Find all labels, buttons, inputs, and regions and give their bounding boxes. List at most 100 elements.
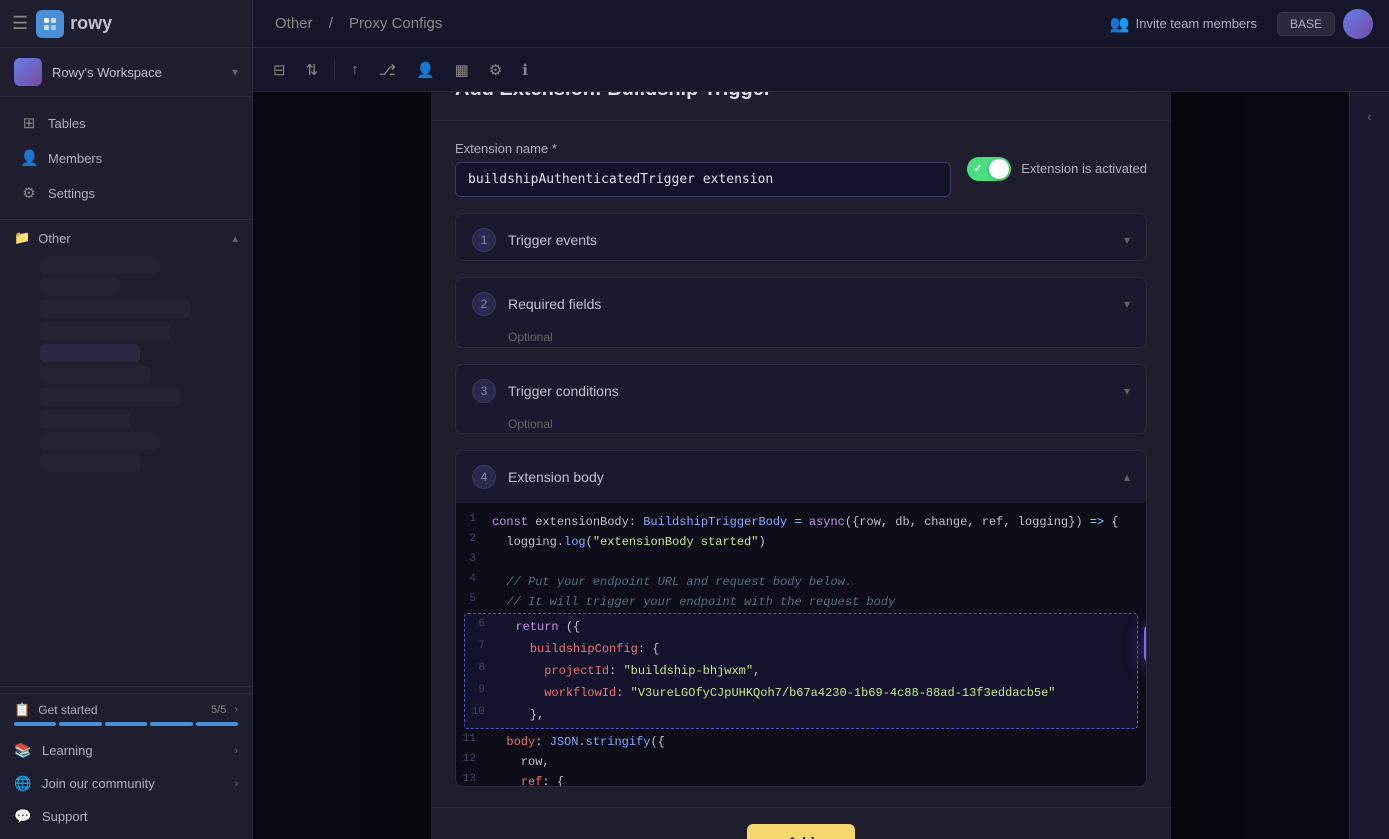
sidebar-header: ☰ rowy [0,0,252,48]
sidebar-item-members-label: Members [48,151,102,166]
blurred-item-5 [40,366,150,384]
section-required-fields-header[interactable]: 2 Required fields ▾ [456,278,1146,330]
section-1-chevron-icon: ▾ [1124,233,1130,247]
info-icon: ℹ [522,61,528,79]
add-button[interactable]: Add [747,824,854,839]
code-line-12: 12 row, [456,751,1146,771]
sidebar: ☰ rowy Rowy's Workspace ▾ ⊞ Tables 👤 Mem… [0,0,253,839]
section-trigger-conditions-subtitle: Optional [456,417,1146,434]
section-trigger-events-title: Trigger events [508,232,1112,248]
sidebar-item-support[interactable]: 💬 Support [0,800,252,833]
section-4-number: 4 [472,465,496,489]
section-extension-body-header[interactable]: 4 Extension body ▴ [456,451,1146,503]
code-line-2: 2 logging.log("extensionBody started") [456,531,1146,551]
toolbar-sort-button[interactable]: ⇅ [298,56,327,84]
section-required-fields-title: Required fields [508,296,1112,312]
toolbar-separator-1 [334,60,335,80]
code-line-5: 5 // It will trigger your endpoint with … [456,591,1146,611]
code-lines: 1 const extensionBody: BuildshipTriggerB… [456,503,1146,787]
section-trigger-conditions-header[interactable]: 3 Trigger conditions ▾ [456,365,1146,417]
section-1-number: 1 [472,228,496,252]
toolbar-info-button[interactable]: ℹ [514,56,536,84]
breadcrumb-separator: / [329,15,337,32]
section-extension-body-title: Extension body [508,469,1112,485]
code-editor[interactable]: 1 const extensionBody: BuildshipTriggerB… [456,503,1146,787]
breadcrumb-current: Proxy Configs [349,15,442,32]
sidebar-other-section: 📁 Other ▴ [0,220,252,686]
tables-icon: ⊞ [20,114,38,132]
main-content: Other / Proxy Configs 👥 Invite team memb… [253,0,1389,839]
toggle-label: Extension is activated [1021,161,1147,176]
modal-body: Extension name * ✓ Extension is activate… [431,121,1171,807]
toolbar-git-button[interactable]: ⎇ [371,56,404,84]
blurred-item-8 [40,432,160,450]
blurred-item-1 [40,256,160,274]
toolbar-upload-button[interactable]: ↑ [343,56,367,83]
other-section-title: Other [38,231,224,246]
sidebar-nav: ⊞ Tables 👤 Members ⚙ Settings [0,97,252,220]
extension-toggle[interactable]: ✓ [967,157,1011,181]
toolbar-settings-button[interactable]: ⚙ [481,56,510,84]
section-required-fields-subtitle: Optional [456,330,1146,347]
community-label: Join our community [42,776,224,791]
extension-name-input[interactable] [455,162,951,197]
toolbar-filter-button[interactable]: ⊟ [265,56,294,84]
sidebar-item-members[interactable]: 👤 Members [6,141,246,175]
right-panel: ‹ [1349,92,1389,839]
sidebar-other-header[interactable]: 📁 Other ▴ [0,224,252,252]
sidebar-item-learning[interactable]: 📚 Learning › [0,734,252,767]
topbar-actions: 👥 Invite team members BASE [1098,8,1373,40]
invite-icon: 👥 [1110,14,1130,34]
extension-name-row: Extension name * ✓ Extension is activate… [455,141,1147,197]
section-3-number: 3 [472,379,496,403]
breadcrumb: Other / Proxy Configs [269,15,1086,32]
toolbar-user-add-button[interactable]: 👤 [408,56,443,84]
progress-seg-4 [150,722,192,726]
sidebar-item-community[interactable]: 🌐 Join our community › [0,767,252,800]
logo-text: rowy [70,13,112,34]
sort-icon: ⇅ [306,61,319,79]
workspace-name: Rowy's Workspace [52,65,222,80]
toggle-group: ✓ Extension is activated [967,157,1147,181]
menu-icon[interactable]: ☰ [12,13,28,34]
code-highlight-block: 6 return ({ 7 buildshipConfig: { [464,613,1138,729]
modal-title: Add Extension: Buildship Trigger [455,92,1119,101]
user-avatar[interactable] [1343,9,1373,39]
extension-name-label: Extension name * [455,141,951,156]
section-trigger-events: 1 Trigger events ▾ [455,213,1147,262]
get-started-header: 📋 Get started 5/5 › [14,702,238,718]
breadcrumb-parent: Other [275,15,313,32]
settings-icon: ⚙ [20,184,38,202]
section-2-number: 2 [472,292,496,316]
get-started-chevron-icon[interactable]: › [234,704,238,716]
code-editor-container: 1 const extensionBody: BuildshipTriggerB… [456,503,1146,787]
support-icon: 💬 [14,808,32,825]
gear-icon: ⚙ [489,61,502,79]
sidebar-item-tables[interactable]: ⊞ Tables [6,106,246,140]
git-icon: ⎇ [379,61,396,79]
sidebar-item-settings[interactable]: ⚙ Settings [6,176,246,210]
invite-team-members-button[interactable]: 👥 Invite team members [1098,8,1269,40]
progress-seg-2 [59,722,101,726]
right-panel-chevron-left[interactable]: ‹ [1354,100,1386,132]
upload-icon: ↑ [351,61,359,78]
toolbar-table-button[interactable]: ▦ [447,56,477,84]
base-badge[interactable]: BASE [1277,12,1335,36]
section-3-chevron-icon: ▾ [1124,384,1130,398]
table-icon: ▦ [455,61,469,79]
modal-close-button[interactable]: × [1119,92,1147,104]
learning-icon: 📚 [14,742,32,759]
paste-config-button[interactable]: Paste your config [1144,623,1147,664]
table-area: Add Extension: Buildship Trigger × Exten… [253,92,1349,839]
extension-name-group: Extension name * [455,141,951,197]
invite-label: Invite team members [1136,16,1257,31]
section-trigger-events-header[interactable]: 1 Trigger events ▾ [456,214,1146,262]
workspace-chevron-icon: ▾ [232,65,238,79]
code-line-3: 3 [456,551,1146,571]
workspace-selector[interactable]: Rowy's Workspace ▾ [0,48,252,97]
extension-modal: Add Extension: Buildship Trigger × Exten… [431,92,1171,839]
other-section-chevron-icon: ▴ [232,232,238,245]
code-line-6: 6 return ({ [465,616,1137,638]
get-started-progress: 5/5 [211,704,226,716]
code-line-13: 13 ref: { [456,771,1146,787]
